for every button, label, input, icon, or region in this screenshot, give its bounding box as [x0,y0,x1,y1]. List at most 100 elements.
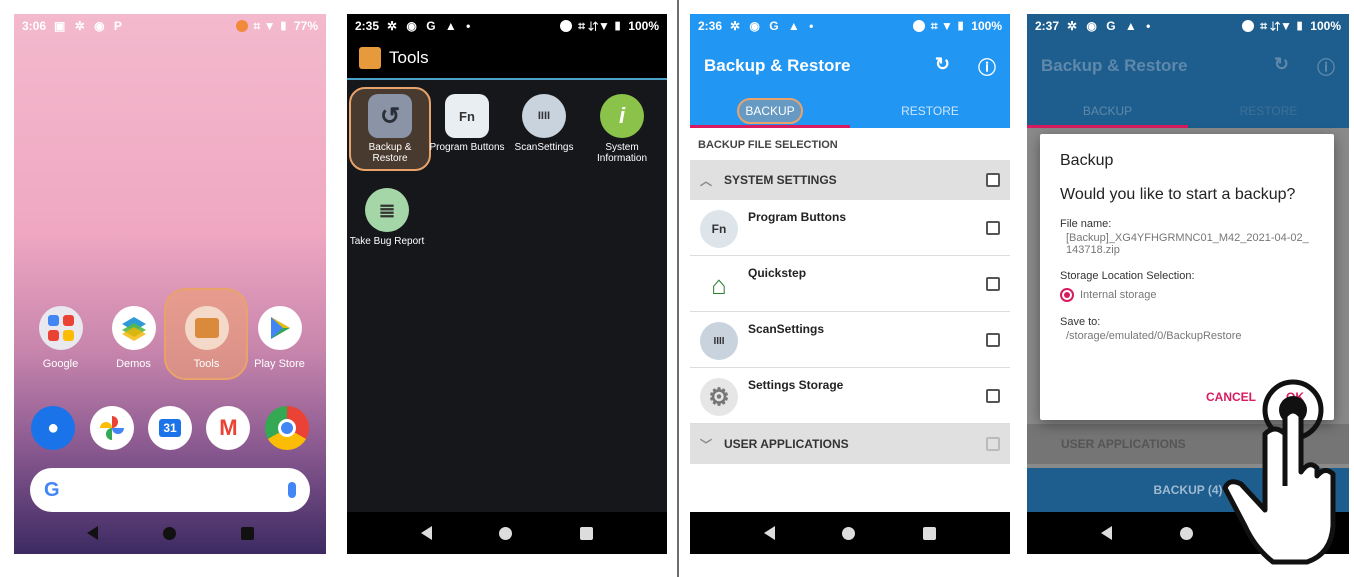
dock-gmail[interactable]: M [199,406,257,450]
item-label: ScanSettings [748,322,825,336]
list-item[interactable]: Fn Program Buttons [690,200,1010,256]
quickstep-house-icon: ⌂ [700,266,738,304]
app-tools[interactable]: Tools [176,306,238,370]
scan-settings-icon: IIII [522,94,566,138]
contacts-icon: ● [31,406,76,450]
status-bar: 2:35 ✲ ◉ G ▲ • ⌗ ⇵▼ ▮ 100% [347,14,667,38]
recents-icon[interactable] [580,526,594,540]
status-bar: 2:36 ✲ ◉ G ▲ • ⌗ ▼ ▮ 100% [690,14,1010,38]
tab-backup[interactable]: BACKUP [690,94,850,128]
program-buttons-icon: Fn [700,210,738,248]
page-title: Backup & Restore [1041,56,1188,75]
tool-label: System Information [596,142,648,164]
group-label: SYSTEM SETTINGS [724,173,837,187]
info-icon[interactable]: ⓘ [978,54,996,80]
item-checkbox[interactable] [986,221,1000,235]
play-store-icon [257,306,302,350]
dock-photos[interactable] [82,406,140,450]
tool-label: Backup & Restore [368,142,412,164]
tab-restore[interactable]: RESTORE [850,94,1010,128]
section-title: BACKUP FILE SELECTION [698,139,838,151]
recents-icon[interactable] [240,526,254,540]
tools-screen: 2:35 ✲ ◉ G ▲ • ⌗ ⇵▼ ▮ 100% Tools ↺ Backu… [347,14,667,554]
home-icon[interactable] [842,526,856,540]
tool-label: ScanSettings [514,142,574,153]
recents-icon[interactable] [923,526,937,540]
tool-backup-restore[interactable]: ↺ Backup & Restore [350,94,430,164]
list-item[interactable]: ⚙ Settings Storage [690,368,1010,424]
google-logo-icon: G [44,478,60,501]
tab-bar: BACKUP RESTORE [1027,94,1349,128]
item-label: Quickstep [748,266,807,280]
tool-scansettings[interactable]: IIII ScanSettings [504,94,584,153]
dock: ● 31 M [14,406,326,450]
back-icon[interactable] [86,526,98,540]
dock-calendar[interactable]: 31 [141,406,199,450]
signal-icons: ⌗ ⇵▼ ▮ [578,18,623,33]
refresh-icon[interactable]: ↻ [935,54,950,75]
backup-restore-screen: 2:36 ✲ ◉ G ▲ • ⌗ ▼ ▮ 100% Backup & Resto… [690,14,1010,554]
tab-label: RESTORE [1239,104,1298,118]
status-icons: ✲ ◉ G ▲ • [730,19,817,33]
storage-label: Storage Location Selection: [1060,270,1195,282]
circle-indicator-icon [912,20,925,32]
storage-option-label: Internal storage [1080,289,1157,301]
chevron-up-icon: ︿ [700,173,713,188]
tap-hand-icon [1222,379,1336,565]
status-icons: ✲ ◉ G ▲ • [387,19,474,33]
list-item[interactable]: IIII ScanSettings [690,312,1010,368]
item-checkbox[interactable] [986,333,1000,347]
back-icon[interactable] [420,526,432,540]
group-checkbox[interactable] [986,173,1000,187]
dock-chrome[interactable] [258,406,316,450]
home-icon[interactable] [1180,526,1194,540]
backup-restore-icon: ↺ [368,94,412,138]
status-time: 2:36 [698,19,723,33]
back-icon[interactable] [1101,526,1113,540]
item-checkbox[interactable] [986,277,1000,291]
nav-bar [14,512,326,554]
item-label: Settings Storage [748,378,844,392]
tool-system-information[interactable]: i System Information [582,94,662,164]
radio-selected-icon[interactable] [1060,288,1074,302]
app-bar: Backup & Restore ↻ ⓘ BACKUP RESTORE [690,38,1010,128]
tab-backup[interactable]: BACKUP [1027,94,1188,128]
signal-icons: ⌗ ▼ ▮ [253,18,288,33]
list-item[interactable]: ⌂ Quickstep [690,256,1010,312]
tool-program-buttons[interactable]: Fn Program Buttons [427,94,507,153]
tools-folder-icon [184,306,229,350]
group-label: USER APPLICATIONS [724,437,849,451]
app-google[interactable]: Google [30,306,92,370]
chevron-down-icon: ﹀ [700,437,713,452]
program-buttons-icon: Fn [445,94,489,138]
battery-level: 100% [971,19,1002,33]
battery-level: 100% [628,19,659,33]
home-icon[interactable] [162,526,176,540]
page-title: Tools [389,48,429,67]
group-user-applications[interactable]: ﹀ USER APPLICATIONS [690,424,1010,464]
app-row: Google Demos Tools Play Store [14,306,326,370]
mic-icon[interactable] [288,482,296,498]
battery-level: 100% [1310,19,1341,33]
google-search-bar[interactable]: G [30,468,310,512]
app-play-store[interactable]: Play Store [249,306,311,370]
status-time: 2:37 [1035,19,1060,33]
app-demos[interactable]: Demos [103,306,165,370]
refresh-icon[interactable]: ↻ [1274,54,1289,75]
group-checkbox[interactable] [986,437,1000,451]
back-icon[interactable] [763,526,775,540]
dock-contacts[interactable]: ● [24,406,82,450]
circle-indicator-icon [1242,20,1255,32]
group-system-settings[interactable]: ︿ SYSTEM SETTINGS [690,160,1010,200]
status-bar: 2:37 ✲ ◉ G ▲ • ⌗ ⇵▼ ▮ 100% [1027,14,1349,38]
tool-take-bug-report[interactable]: ≣ Take Bug Report [347,188,427,247]
tab-restore[interactable]: RESTORE [1188,94,1349,128]
circle-indicator-icon [560,20,573,32]
signal-icons: ⌗ ⇵▼ ▮ [1260,18,1305,33]
info-icon[interactable]: ⓘ [1317,54,1335,80]
tools-folder-icon [359,47,381,69]
item-checkbox[interactable] [986,389,1000,403]
status-bar: 3:06 ▣ ✲ ◉ P ⌗ ▼ ▮ 77% [14,14,326,38]
storage-option[interactable]: Internal storage [1060,288,1314,302]
home-icon[interactable] [499,526,513,540]
